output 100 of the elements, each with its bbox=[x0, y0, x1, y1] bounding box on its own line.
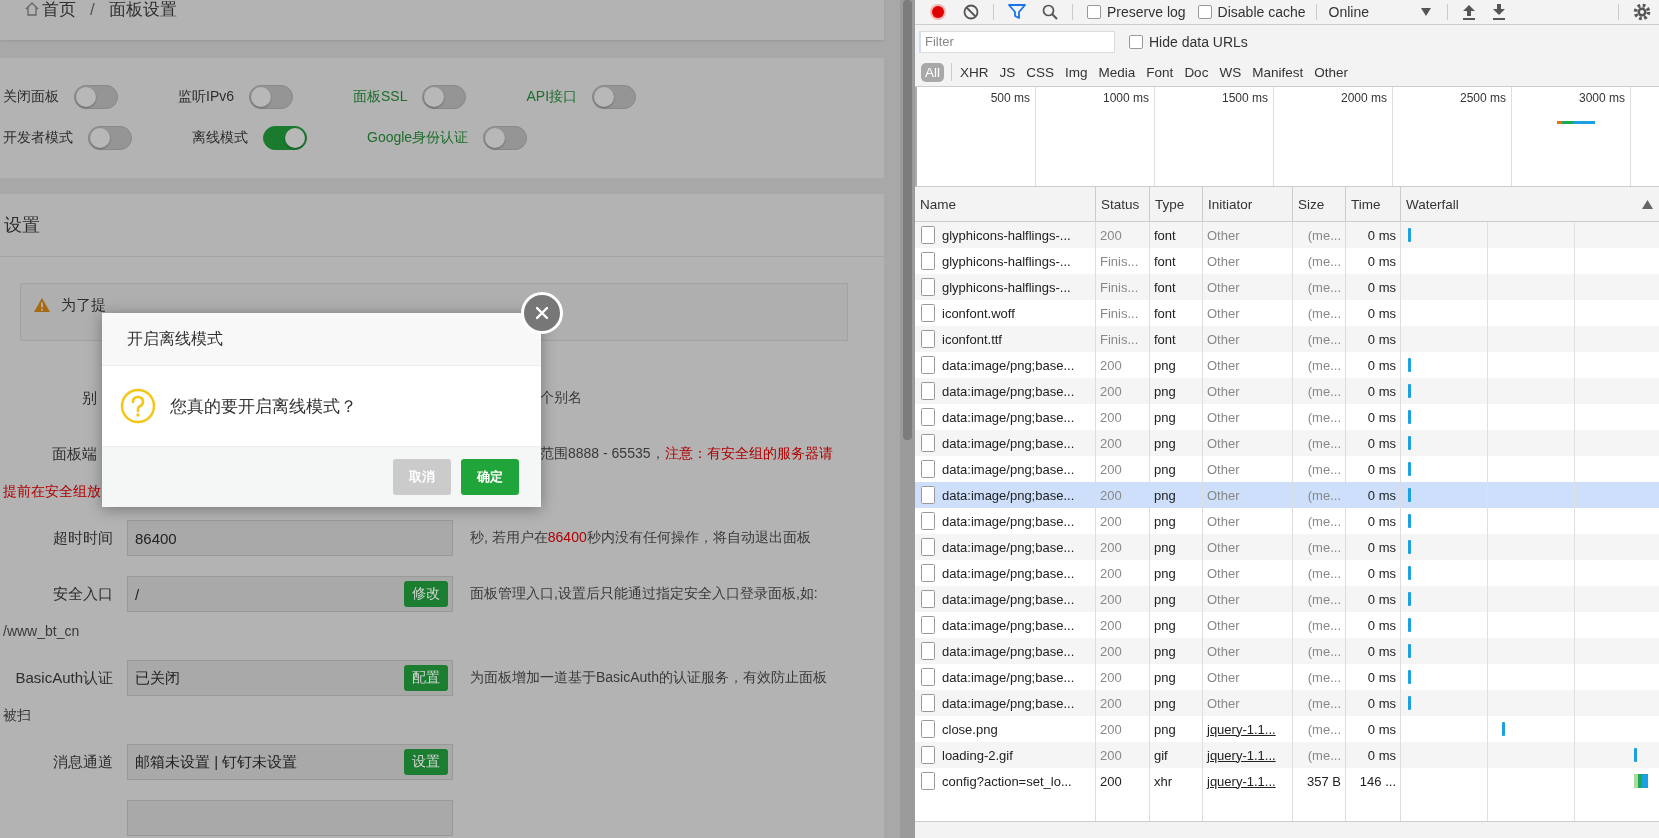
size-text: 357 B bbox=[1307, 773, 1341, 789]
type-text: font bbox=[1154, 305, 1176, 321]
request-row[interactable]: config?action=set_lo... 200 xhr jquery-1.1... 357 B 146 ... bbox=[915, 768, 1659, 794]
file-icon bbox=[921, 746, 935, 764]
column-header[interactable]: Size bbox=[1298, 196, 1325, 212]
checkbox[interactable] bbox=[1197, 5, 1212, 19]
type-text: png bbox=[1154, 721, 1176, 737]
type-filter-tab[interactable]: Other bbox=[1310, 62, 1352, 82]
type-filter-tab[interactable]: Doc bbox=[1180, 62, 1213, 82]
record-icon[interactable] bbox=[929, 3, 947, 21]
type-filter-tab[interactable]: Img bbox=[1061, 62, 1092, 82]
size-text: (me... bbox=[1307, 539, 1341, 555]
type-text: png bbox=[1154, 513, 1176, 529]
request-row[interactable]: glyphicons-halflings-... 200 font Other (me... 0 ms bbox=[915, 222, 1659, 248]
request-row[interactable]: glyphicons-halflings-... Finis... font Other (me... 0 ms bbox=[915, 274, 1659, 300]
upload-icon[interactable] bbox=[1462, 4, 1476, 20]
field-hint: 为面板增加一道基于BasicAuth的认证服务，有效防止面板 bbox=[470, 669, 828, 687]
request-name: data:image/png;base... bbox=[942, 513, 1075, 529]
request-row[interactable]: iconfont.ttf Finis... font Other (me... 0 ms bbox=[915, 326, 1659, 352]
filter-icon[interactable] bbox=[1008, 4, 1026, 20]
type-text: png bbox=[1154, 669, 1176, 685]
column-header[interactable]: Name bbox=[920, 196, 956, 212]
toggle-switch[interactable] bbox=[74, 85, 118, 109]
request-name: data:image/png;base... bbox=[942, 409, 1075, 425]
type-filter-tab[interactable]: WS bbox=[1215, 62, 1246, 82]
field-action-button[interactable]: 设置 bbox=[404, 749, 448, 775]
clear-icon[interactable] bbox=[963, 4, 979, 20]
initiator-link[interactable]: jquery-1.1... bbox=[1207, 747, 1276, 763]
request-name: data:image/png;base... bbox=[942, 669, 1075, 685]
size-text: (me... bbox=[1307, 435, 1341, 451]
text-field[interactable]: 邮箱未设置 | 钉钉未设置 设置 bbox=[127, 744, 453, 780]
toggle-switch[interactable] bbox=[422, 85, 467, 109]
toggle-switch[interactable] bbox=[263, 126, 307, 150]
column-header[interactable]: Type bbox=[1155, 196, 1185, 212]
field-action-button[interactable]: 配置 bbox=[404, 665, 448, 691]
status-text: 200 bbox=[1100, 513, 1122, 529]
column-header[interactable]: Initiator bbox=[1208, 196, 1253, 212]
file-icon bbox=[921, 408, 935, 426]
type-text: font bbox=[1154, 253, 1176, 269]
initiator-text: Other bbox=[1207, 565, 1240, 581]
request-row[interactable]: loading-2.gif 200 gif jquery-1.1... (me... 0 ms bbox=[915, 742, 1659, 768]
type-filter-tab[interactable]: JS bbox=[995, 62, 1020, 82]
type-filter-tab[interactable]: XHR bbox=[956, 62, 993, 82]
time-text: 0 ms bbox=[1367, 721, 1396, 737]
field-action-button[interactable]: 修改 bbox=[404, 581, 448, 607]
file-icon bbox=[921, 434, 935, 452]
column-header[interactable]: Status bbox=[1101, 196, 1140, 212]
column-header[interactable]: Time bbox=[1351, 196, 1381, 212]
file-icon bbox=[921, 356, 935, 374]
status-text: 200 bbox=[1100, 721, 1122, 737]
checkbox[interactable] bbox=[1129, 34, 1143, 49]
toggle-switch[interactable] bbox=[483, 126, 528, 150]
text-field[interactable]: 86400 bbox=[127, 520, 453, 556]
initiator-text: Other bbox=[1207, 617, 1240, 633]
request-row[interactable]: data:image/png;base... 200 png Other (me... 0 ms bbox=[915, 482, 1659, 508]
settings-icon[interactable] bbox=[1633, 3, 1651, 21]
size-text: (me... bbox=[1307, 643, 1341, 659]
throttle-dropdown[interactable]: Online bbox=[1322, 4, 1441, 20]
type-filter-tab[interactable]: Font bbox=[1142, 62, 1178, 82]
column-header[interactable]: Waterfall bbox=[1406, 196, 1459, 212]
filter-field[interactable]: Filter bbox=[919, 30, 1115, 53]
request-row[interactable]: data:image/png;base... 200 png Other (me... 0 ms bbox=[915, 430, 1659, 456]
size-text: (me... bbox=[1307, 747, 1341, 763]
file-icon bbox=[921, 538, 935, 556]
status-text: Finis... bbox=[1100, 279, 1139, 295]
time-text: 0 ms bbox=[1367, 435, 1396, 451]
initiator-link[interactable]: jquery-1.1... bbox=[1207, 773, 1276, 789]
request-row[interactable]: data:image/png;base... 200 png Other (me... 0 ms bbox=[915, 378, 1659, 404]
download-icon[interactable] bbox=[1492, 4, 1506, 20]
size-text: (me... bbox=[1307, 409, 1341, 425]
setting-label: 关闭面板 bbox=[3, 88, 59, 106]
request-row[interactable]: data:image/png;base... 200 png Other (me... 0 ms bbox=[915, 638, 1659, 664]
type-text: font bbox=[1154, 227, 1176, 243]
initiator-text: Other bbox=[1207, 331, 1240, 347]
request-row[interactable]: data:image/png;base... 200 png Other (me... 0 ms bbox=[915, 586, 1659, 612]
file-icon bbox=[921, 642, 935, 660]
scrollbar-thumb[interactable] bbox=[903, 0, 912, 440]
search-icon[interactable] bbox=[1042, 4, 1058, 20]
type-filter-tab[interactable]: Media bbox=[1094, 62, 1140, 82]
initiator-link[interactable]: jquery-1.1... bbox=[1207, 721, 1276, 737]
field-label: 超时时间 bbox=[52, 528, 113, 548]
text-field[interactable]: 已关闭 配置 bbox=[127, 660, 453, 696]
sort-icon[interactable] bbox=[1642, 199, 1653, 209]
checkbox[interactable] bbox=[1087, 5, 1101, 19]
toggle-switch[interactable] bbox=[592, 85, 637, 109]
type-text: png bbox=[1154, 357, 1176, 373]
field-label: 消息通道 bbox=[52, 752, 113, 772]
breadcrumb-link[interactable]: 首页 bbox=[42, 0, 76, 20]
toggle-switch[interactable] bbox=[88, 126, 132, 150]
text-field[interactable]: / 修改 bbox=[127, 576, 453, 612]
request-row[interactable]: data:image/png;base... 200 png Other (me... 0 ms bbox=[915, 534, 1659, 560]
time-tick-label: 1500 ms bbox=[1221, 91, 1268, 105]
toggle-switch[interactable] bbox=[249, 85, 293, 109]
size-text: (me... bbox=[1307, 695, 1341, 711]
field-hint: 秒, 若用户在86400秒内没有任何操作，将自动退出面板 bbox=[470, 529, 811, 547]
request-row[interactable]: data:image/png;base... 200 png Other (me... 0 ms bbox=[915, 690, 1659, 716]
type-filter-tab[interactable]: Manifest bbox=[1248, 62, 1308, 82]
field-label: BasicAuth认证 bbox=[14, 668, 113, 688]
type-filter-tab[interactable]: CSS bbox=[1022, 62, 1059, 82]
text-field[interactable] bbox=[127, 800, 453, 836]
